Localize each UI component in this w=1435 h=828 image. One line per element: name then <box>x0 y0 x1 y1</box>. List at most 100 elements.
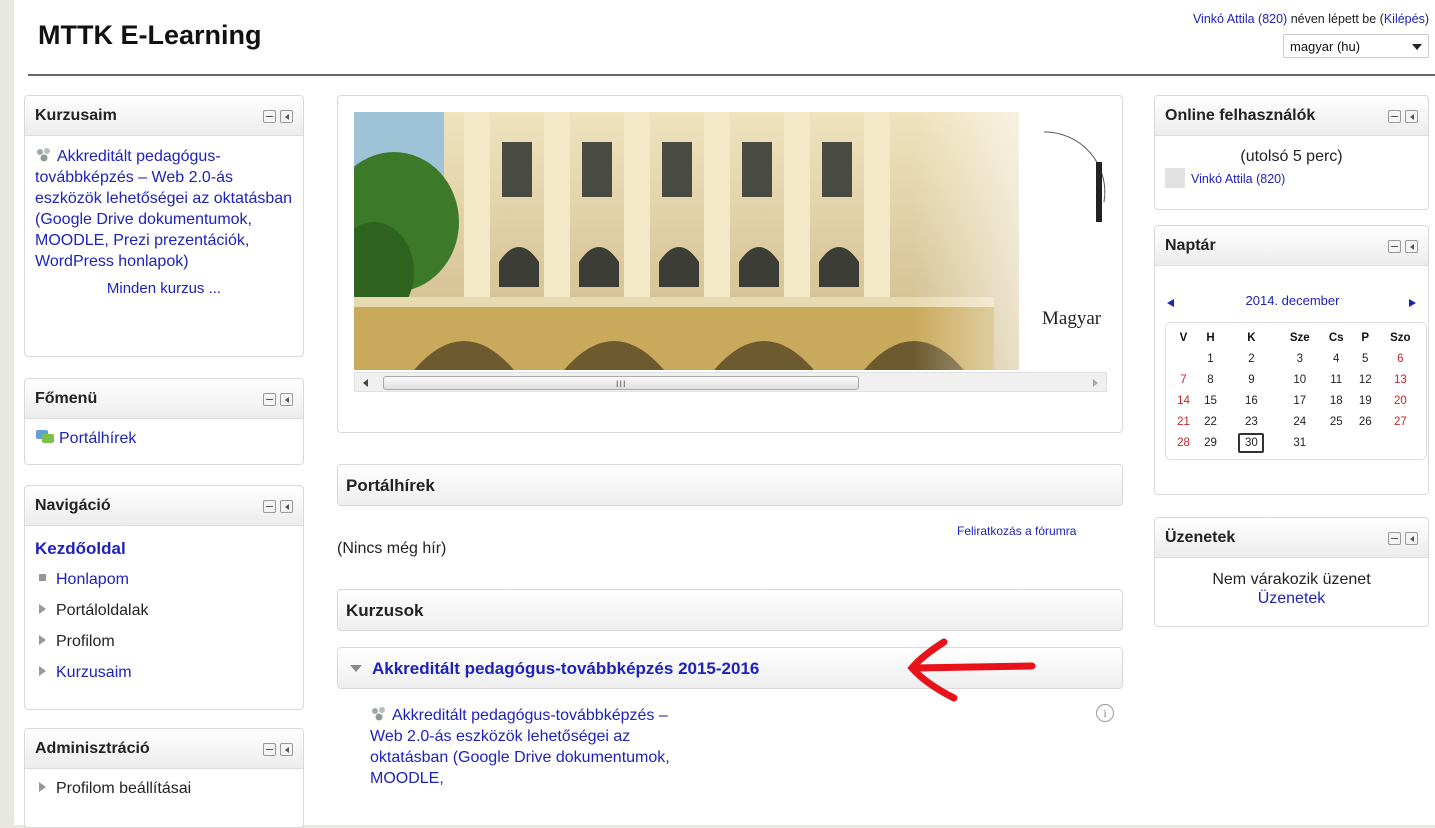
calendar-day[interactable]: 16 <box>1224 390 1279 411</box>
info-icon[interactable]: i <box>1096 704 1114 722</box>
next-month-icon[interactable] <box>1409 299 1416 307</box>
calendar-day[interactable]: 10 <box>1279 369 1321 390</box>
calendar-day[interactable]: 4 <box>1321 348 1352 369</box>
calendar-day[interactable]: 18 <box>1321 390 1352 411</box>
course-listing[interactable]: Akkreditált pedagógus-továbbképzés – Web… <box>370 705 670 789</box>
minimize-icon[interactable] <box>1388 240 1401 253</box>
nav-item[interactable]: Profilom <box>35 626 293 657</box>
banner-image: Magyar <box>354 112 1107 370</box>
calendar-weekday: Sze <box>1289 331 1310 344</box>
all-courses-link[interactable]: Minden kurzus ... <box>35 278 293 299</box>
calendar-week-row: 28 29 30 31 <box>1170 432 1422 453</box>
minimize-icon[interactable] <box>263 743 276 756</box>
block-body: Nem várakozik üzenet Üzenetek <box>1155 558 1428 616</box>
calendar-grid: V H K Sze Cs P Szo 1 2 3 4 5 6 7 8 9 10 11 12 13 14 15 16 17 18 1… <box>1165 322 1427 460</box>
courses-section-header: Kurzusok <box>337 589 1123 631</box>
dock-icon[interactable] <box>280 500 293 513</box>
calendar-day[interactable]: 9 <box>1224 369 1279 390</box>
calendar-day[interactable]: 19 <box>1352 390 1379 411</box>
calendar-day[interactable]: 15 <box>1197 390 1224 411</box>
nav-item[interactable]: Kurzusaim <box>35 657 293 688</box>
calendar-day[interactable]: 7 <box>1170 369 1197 390</box>
calendar-day[interactable]: 11 <box>1321 369 1352 390</box>
calendar-day[interactable]: 23 <box>1224 411 1279 432</box>
dock-icon[interactable] <box>280 393 293 406</box>
block-body: Kezdőoldal Honlapom Portáloldalak Profil… <box>25 526 303 696</box>
calendar-day[interactable]: 22 <box>1197 411 1224 432</box>
block-title: Navigáció <box>35 497 111 514</box>
calendar-table: V H K Sze Cs P Szo 1 2 3 4 5 6 7 8 9 10 11 12 13 14 15 16 17 18 1… <box>1170 327 1422 453</box>
calendar-day[interactable]: 2 <box>1224 348 1279 369</box>
calendar-day[interactable]: 30 <box>1224 432 1279 453</box>
dock-icon[interactable] <box>1405 240 1418 253</box>
calendar-day[interactable]: 21 <box>1170 411 1197 432</box>
online-user[interactable]: Vinkó Attila (820) <box>1165 168 1418 190</box>
banner-box: Magyar III <box>337 95 1123 433</box>
no-news-text: (Nincs még hír) <box>337 540 447 557</box>
minimize-icon[interactable] <box>1388 532 1401 545</box>
calendar-month[interactable]: 2014. december <box>1155 293 1430 308</box>
calendar-day[interactable]: 24 <box>1279 411 1321 432</box>
scroll-right-icon[interactable] <box>1093 379 1098 387</box>
menu-item-portalhirek[interactable]: Portálhírek <box>35 428 293 449</box>
calendar-empty-cell <box>1170 348 1197 369</box>
calendar-day[interactable]: 14 <box>1170 390 1197 411</box>
calendar-day[interactable]: 27 <box>1379 411 1422 432</box>
block-controls <box>1388 532 1418 545</box>
course-link[interactable]: Akkreditált pedagógus-továbbképzés – Web… <box>35 146 293 272</box>
chevron-down-icon <box>1412 44 1422 50</box>
minimize-icon[interactable] <box>263 500 276 513</box>
block-online-users: Online felhasználók (utolsó 5 perc) Vink… <box>1154 95 1429 210</box>
language-select[interactable]: magyar (hu) <box>1283 34 1429 58</box>
messages-link[interactable]: Üzenetek <box>1165 589 1418 608</box>
category-link[interactable]: Akkreditált pedagógus-továbbképzés 2015-… <box>372 659 759 679</box>
nav-item[interactable]: Honlapom <box>35 564 293 595</box>
calendar-day[interactable]: 8 <box>1197 369 1224 390</box>
calendar-day[interactable]: 28 <box>1170 432 1197 453</box>
expand-arrow-icon <box>39 604 46 614</box>
logout-link[interactable]: Kilépés <box>1384 12 1425 26</box>
calendar-day[interactable]: 5 <box>1352 348 1379 369</box>
calendar-day[interactable]: 3 <box>1279 348 1321 369</box>
block-title: Főmenü <box>35 390 98 407</box>
calendar-day[interactable]: 26 <box>1352 411 1379 432</box>
calendar-today[interactable]: 30 <box>1238 432 1265 453</box>
calendar-day[interactable]: 13 <box>1379 369 1422 390</box>
dock-icon[interactable] <box>280 743 293 756</box>
minimize-icon[interactable] <box>263 110 276 123</box>
subscribe-forum-link[interactable]: Feliratkozás a fórumra <box>957 524 1076 538</box>
block-controls <box>263 743 293 756</box>
forum-icon <box>36 430 54 443</box>
calendar-day[interactable]: 20 <box>1379 390 1422 411</box>
calendar-day[interactable]: 31 <box>1279 432 1321 453</box>
page: MTTK E-Learning Vinkó Attila (820) néven… <box>14 0 1435 828</box>
collapse-arrow-icon[interactable] <box>350 665 362 672</box>
calendar-empty-cell <box>1352 432 1379 453</box>
user-profile-link[interactable]: Vinkó Attila (820) <box>1193 12 1287 26</box>
site-title[interactable]: MTTK E-Learning <box>38 20 262 51</box>
admin-item[interactable]: Profilom beállításai <box>35 778 293 799</box>
calendar-day[interactable]: 29 <box>1197 432 1224 453</box>
block-header: Üzenetek <box>1155 518 1428 558</box>
block-header: Kurzusaim <box>25 96 303 136</box>
admin-item-label: Profilom beállításai <box>56 780 192 797</box>
calendar-day[interactable]: 12 <box>1352 369 1379 390</box>
minimize-icon[interactable] <box>263 393 276 406</box>
calendar-day[interactable]: 17 <box>1279 390 1321 411</box>
menu-item-label: Portálhírek <box>59 430 137 447</box>
calendar-day[interactable]: 25 <box>1321 411 1352 432</box>
scroll-left-icon[interactable] <box>363 379 368 387</box>
dock-icon[interactable] <box>1405 110 1418 123</box>
calendar-day[interactable]: 1 <box>1197 348 1224 369</box>
horizontal-scrollbar[interactable]: III <box>354 372 1107 392</box>
nav-home-link[interactable]: Kezdőoldal <box>35 538 293 560</box>
dock-icon[interactable] <box>1405 532 1418 545</box>
header-divider <box>28 74 1435 76</box>
calendar-day[interactable]: 6 <box>1379 348 1422 369</box>
nav-item[interactable]: Portáloldalak <box>35 595 293 626</box>
dock-icon[interactable] <box>280 110 293 123</box>
minimize-icon[interactable] <box>1388 110 1401 123</box>
online-period: (utolsó 5 perc) <box>1240 148 1343 165</box>
scroll-thumb[interactable]: III <box>383 376 859 390</box>
login-info: Vinkó Attila (820) néven lépett be (Kilé… <box>1193 12 1429 26</box>
